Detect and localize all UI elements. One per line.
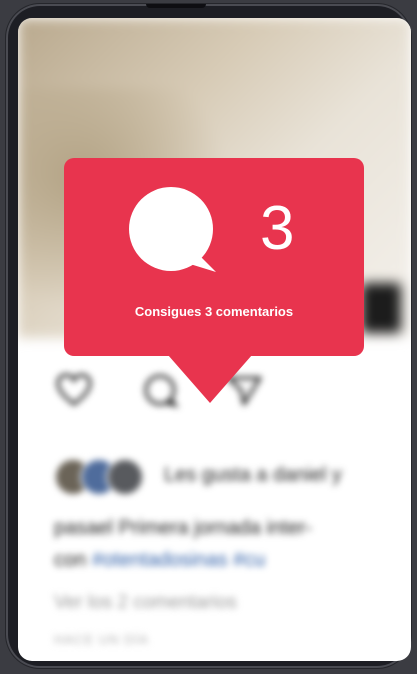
likes-text[interactable]: Les gusta a daniel y [164, 464, 342, 487]
comment-bubble-icon [128, 186, 218, 276]
heart-icon[interactable] [54, 370, 94, 410]
image-dark-object [361, 283, 401, 333]
view-comments-link[interactable]: Ver los 2 comentarios [54, 592, 237, 614]
avatar[interactable] [106, 458, 144, 496]
notification-message: Consigues 3 comentarios [134, 304, 294, 319]
caption-line: con #otentadosinas #cu [54, 544, 411, 576]
likes-row: Les gusta a daniel y [54, 458, 411, 498]
post-timestamp: HACE UN DÍA [54, 632, 149, 647]
post-caption: pasael Primera jornada inter- con #otent… [54, 512, 411, 576]
caption-line: pasael Primera jornada inter- [54, 517, 312, 539]
hashtag-link[interactable]: #otentadosinas #cu [92, 549, 265, 571]
speaker-grille [146, 4, 206, 8]
comment-count: 3 [260, 194, 295, 263]
notification-pointer [168, 355, 252, 403]
caption-prefix: con [54, 549, 92, 571]
comment-notification-popup: 3 Consigues 3 comentarios [64, 158, 364, 356]
